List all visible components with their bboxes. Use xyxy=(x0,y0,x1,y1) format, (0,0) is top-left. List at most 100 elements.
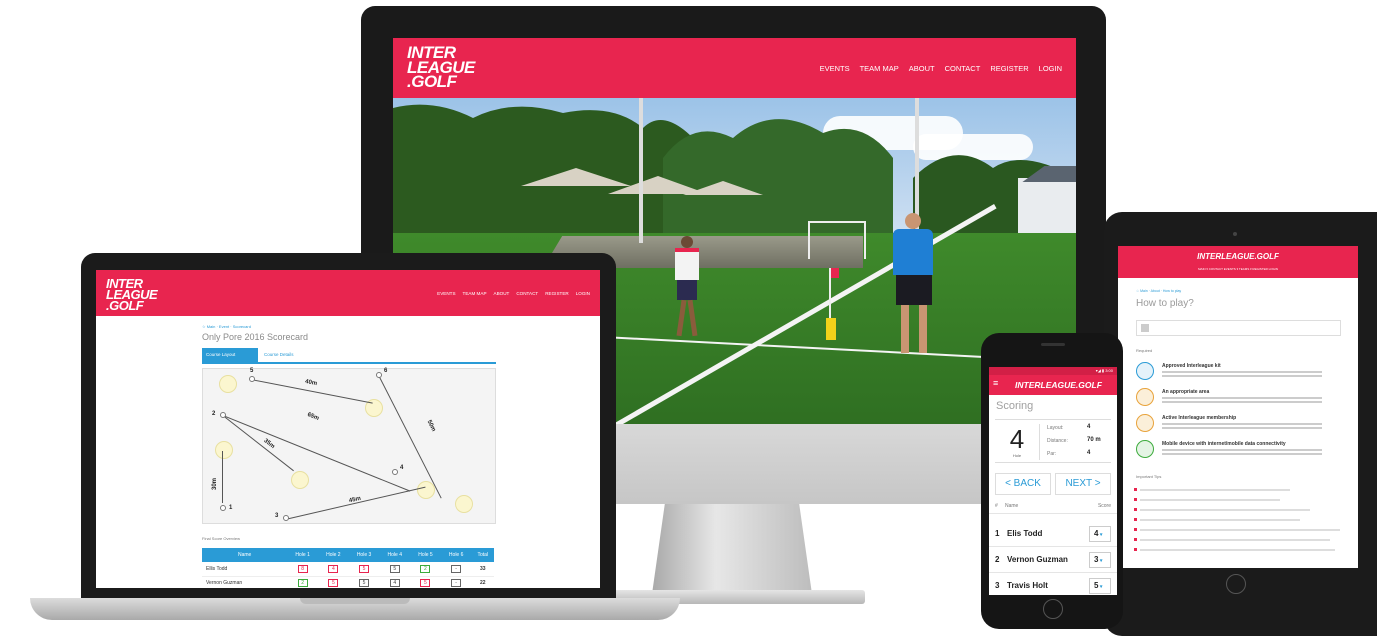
distance-label: 40m xyxy=(304,378,318,388)
tee-marker xyxy=(220,505,226,511)
col-hole: Hole 3 xyxy=(348,548,380,562)
laptop-site-header: INTER LEAGUE .GOLF EVENTS TEAM MAP ABOUT… xyxy=(96,270,600,316)
detail-value: 4 xyxy=(1087,450,1091,456)
tee-number: 4 xyxy=(400,465,404,471)
search-input[interactable] xyxy=(1136,320,1341,336)
player-name: Vernon Guzman xyxy=(202,576,288,588)
laptop-screen: INTER LEAGUE .GOLF EVENTS TEAM MAP ABOUT… xyxy=(96,270,600,588)
tee-marker xyxy=(220,412,226,418)
player-rank: 1 xyxy=(995,529,1000,538)
col-hole: Hole 4 xyxy=(379,548,411,562)
tip-item xyxy=(1134,528,1340,531)
col-rank: # xyxy=(995,503,998,509)
score-select[interactable]: 4 ▾ xyxy=(1089,526,1111,542)
course-segment xyxy=(222,451,223,503)
score-cell: 2 xyxy=(297,579,308,587)
player-row: 1 Elis Todd 4 ▾ xyxy=(989,521,1117,547)
nav-events[interactable]: EVENTS xyxy=(437,291,455,296)
nav-login[interactable]: LOGIN xyxy=(1039,64,1062,73)
tee-number: 5 xyxy=(250,368,254,374)
membership-icon xyxy=(1136,414,1154,432)
requirement-text xyxy=(1162,423,1322,425)
tablet-logo[interactable]: INTERLEAGUE.GOLF xyxy=(1118,252,1358,261)
nav-contact[interactable]: CONTACT xyxy=(945,64,981,73)
tee-marker xyxy=(283,515,289,521)
tab-course-details[interactable]: Course Details xyxy=(260,348,320,362)
col-total: Total xyxy=(471,548,494,562)
scorecard-table: Name Hole 1 Hole 2 Hole 3 Hole 4 Hole 5 … xyxy=(202,548,494,588)
tee-marker xyxy=(392,469,398,475)
phone-logo[interactable]: INTERLEAGUE.GOLF xyxy=(1015,380,1102,390)
requirement-title: Mobile device with internet/mobile data … xyxy=(1162,441,1286,447)
tee-number: 6 xyxy=(384,368,388,374)
requirement-item: An appropriate area xyxy=(1136,388,1351,416)
tee-number: 3 xyxy=(275,513,279,519)
page-title: How to play? xyxy=(1136,298,1194,309)
tablet-home-button[interactable] xyxy=(1226,574,1246,594)
score-select[interactable]: 5 ▾ xyxy=(1089,578,1111,594)
score-cell: 5 xyxy=(359,579,370,587)
col-hole: Hole 6 xyxy=(440,548,472,562)
nav-about[interactable]: ABOUT xyxy=(494,291,510,296)
tip-item xyxy=(1134,548,1335,551)
nav-register[interactable]: REGISTER xyxy=(545,291,568,296)
score-cell: 5 xyxy=(359,564,370,573)
back-button[interactable]: < BACK xyxy=(995,473,1051,495)
table-row: Vernon Guzman 2 5 5 4 5 - 22 xyxy=(202,576,494,588)
score-cell: 5 xyxy=(328,579,339,587)
breadcrumb[interactable]: ☆ Main · Event · Scorecard xyxy=(202,324,251,329)
breadcrumb[interactable]: ☆ Main · About · How to play xyxy=(1136,289,1181,293)
score-cell: 8 xyxy=(297,564,308,573)
detail-value: 4 xyxy=(1087,424,1091,430)
player-name: Ellis Todd xyxy=(202,562,288,577)
requirement-item: Approved Interleague kit xyxy=(1136,362,1351,390)
tee-number: 2 xyxy=(212,411,216,417)
tee-number: 1 xyxy=(229,505,233,511)
phone-home-button[interactable] xyxy=(1043,599,1063,619)
desktop-logo[interactable]: INTER LEAGUE .GOLF xyxy=(407,44,475,90)
phone-app-bar: ≡ INTERLEAGUE.GOLF xyxy=(989,375,1117,395)
nav-team-map[interactable]: TEAM MAP xyxy=(860,64,899,73)
requirement-item: Mobile device with internet/mobile data … xyxy=(1136,440,1351,468)
nav-login[interactable]: LOGIN xyxy=(576,291,590,296)
table-header-row: Name Hole 1 Hole 2 Hole 3 Hole 4 Hole 5 … xyxy=(202,548,494,562)
kit-icon xyxy=(1136,362,1154,380)
nav-about[interactable]: ABOUT xyxy=(909,64,935,73)
tab-course-layout[interactable]: Course Layout xyxy=(202,348,258,362)
tee-marker xyxy=(249,376,255,382)
player-rank: 3 xyxy=(995,581,1000,590)
distance-label: 45m xyxy=(348,495,362,505)
area-icon xyxy=(1136,388,1154,406)
col-name: Name xyxy=(1005,503,1019,509)
nav-events[interactable]: EVENTS xyxy=(820,64,850,73)
score-cell: 4 xyxy=(389,579,400,587)
scoring-title: Scoring xyxy=(996,400,1034,412)
course-segment xyxy=(222,415,294,472)
hole-target xyxy=(291,471,309,489)
tablet-site-header: INTERLEAGUE.GOLF MAIN ▾ CONTACT EVENTS ▾… xyxy=(1118,246,1358,278)
nav-contact[interactable]: CONTACT xyxy=(516,291,538,296)
menu-icon xyxy=(1141,324,1149,332)
hole-info: 4 Hole Layout: Distance: Par: 4 70 m 4 xyxy=(995,419,1111,463)
tab-underline xyxy=(202,362,496,364)
score-select[interactable]: 3 ▾ xyxy=(1089,552,1111,568)
laptop-logo[interactable]: INTER LEAGUE .GOLF xyxy=(106,277,158,313)
tablet-nav[interactable]: MAIN ▾ CONTACT EVENTS ▾ TEAMS ▾ REGISTER… xyxy=(1118,267,1358,271)
next-button[interactable]: NEXT > xyxy=(1055,473,1111,495)
player-name: Travis Holt xyxy=(1007,581,1048,590)
phone-status-bar: ▾◢ ▮ 3:00 xyxy=(989,367,1117,375)
nav-register[interactable]: REGISTER xyxy=(990,64,1028,73)
requirement-item: Active Interleague membership xyxy=(1136,414,1351,442)
hamburger-menu-icon[interactable]: ≡ xyxy=(993,378,998,388)
player-rank: 2 xyxy=(995,555,1000,564)
course-layout-map: 5 6 2 4 1 3 40m 65m 35m 30m 45m 50m xyxy=(202,368,496,524)
nav-team-map[interactable]: TEAM MAP xyxy=(463,291,487,296)
tablet-camera xyxy=(1233,232,1237,236)
device-mockup-stage: INTER LEAGUE .GOLF EVENTS TEAM MAP ABOUT… xyxy=(0,0,1377,636)
score-cell: 2 xyxy=(420,564,431,573)
total-cell: 22 xyxy=(471,576,494,588)
requirement-text xyxy=(1162,449,1322,451)
distance-label: 30m xyxy=(212,477,219,491)
hero-trees xyxy=(393,104,1076,248)
col-hole: Hole 1 xyxy=(287,548,318,562)
